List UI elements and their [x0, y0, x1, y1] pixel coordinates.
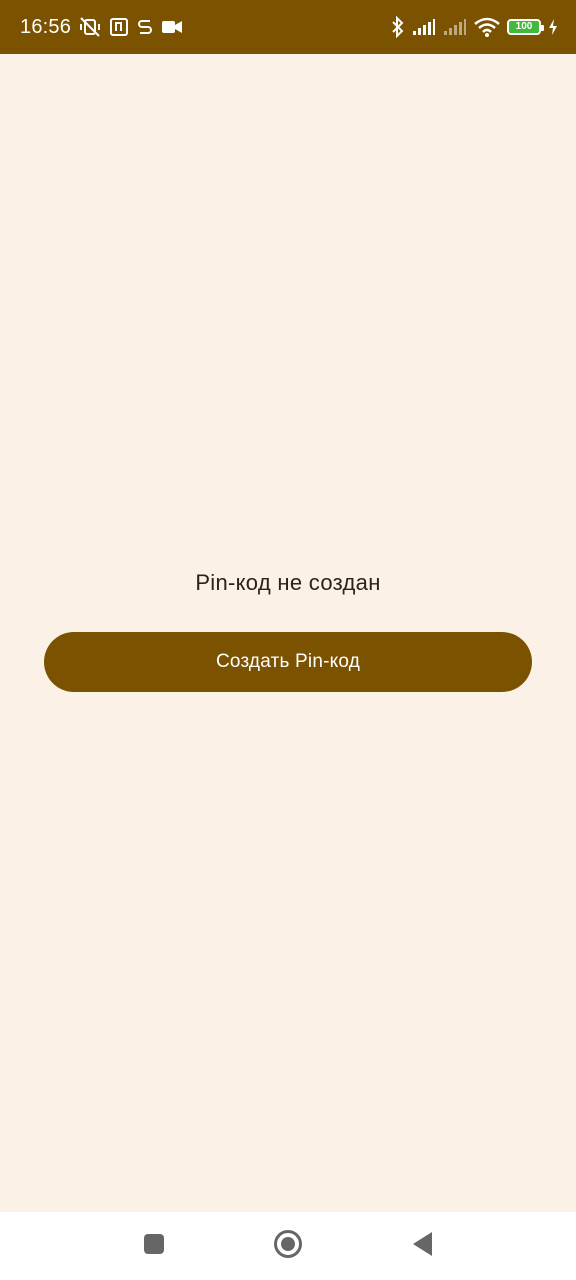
- nfc-icon: [109, 17, 129, 37]
- battery-level: 100: [515, 21, 533, 32]
- pin-status-message: Pin-код не создан: [195, 570, 381, 595]
- navigation-bar: [0, 1212, 576, 1280]
- recent-apps-button[interactable]: [124, 1212, 184, 1280]
- home-icon: [273, 1229, 303, 1264]
- battery-icon: 100: [507, 19, 544, 35]
- recent-apps-icon: [143, 1233, 165, 1260]
- wifi-icon: [474, 17, 500, 37]
- status-bar: 16:56 100: [0, 0, 576, 54]
- main-content: Pin-код не создан Создать Pin-код: [0, 54, 576, 1212]
- s-app-icon: [137, 17, 153, 37]
- back-icon: [411, 1231, 433, 1262]
- mute-vibrate-icon: [79, 16, 101, 38]
- bluetooth-icon: [391, 16, 405, 38]
- signal-icon-2: [443, 18, 467, 36]
- back-button[interactable]: [392, 1212, 452, 1280]
- home-button[interactable]: [258, 1212, 318, 1280]
- clock: 16:56: [20, 15, 72, 38]
- status-left: 16:56: [20, 0, 183, 54]
- charging-icon: [548, 18, 558, 36]
- status-right: 100: [391, 0, 558, 54]
- signal-icon: [412, 18, 436, 36]
- create-pin-button[interactable]: Создать Pin-код: [44, 632, 532, 692]
- video-camera-icon: [161, 19, 183, 35]
